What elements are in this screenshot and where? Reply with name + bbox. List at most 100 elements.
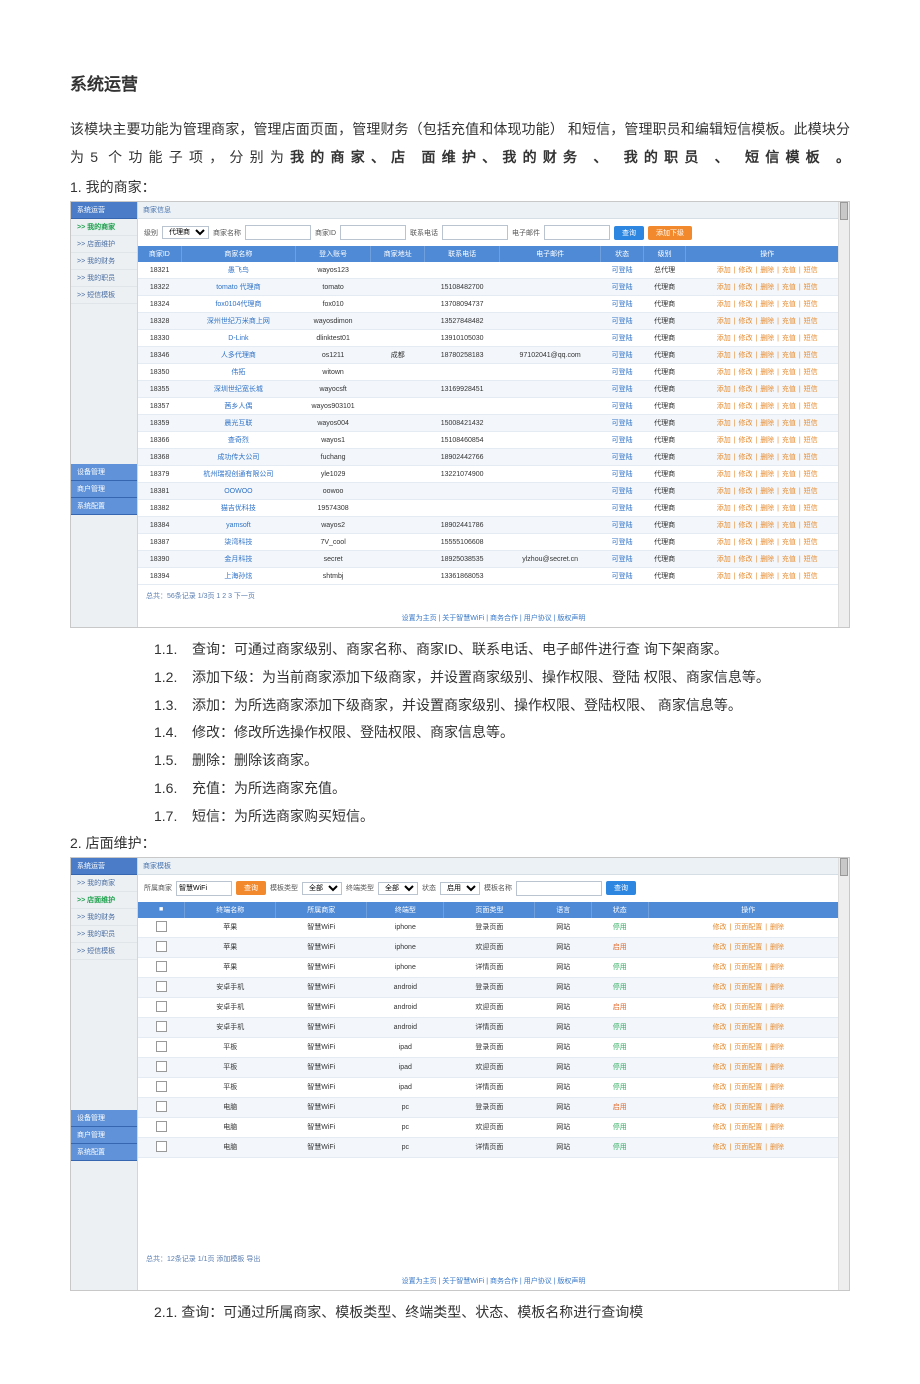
checkbox-icon[interactable]: [156, 961, 167, 972]
sidebar-item-my-staff[interactable]: >> 我的职员: [71, 926, 137, 943]
cell-status[interactable]: 可登陆: [601, 279, 644, 296]
cell-name[interactable]: 晨光互联: [181, 415, 295, 432]
merchant-input[interactable]: [176, 881, 232, 896]
sidebar-group-ops[interactable]: 系统运营: [71, 858, 137, 875]
checkbox-icon[interactable]: [156, 1141, 167, 1152]
cell-name[interactable]: 柒湾科技: [181, 534, 295, 551]
cell-state[interactable]: 停用: [592, 1077, 649, 1097]
cell-check[interactable]: [138, 977, 185, 997]
cell-ops[interactable]: 添加 | 修改 | 删除 | 充值 | 短信: [686, 500, 849, 517]
pager[interactable]: 总共：56条记录 1/3页 1 2 3 下一页: [138, 585, 849, 607]
cell-ops[interactable]: 修改 | 页面配置 | 删除: [648, 997, 848, 1017]
scrollbar[interactable]: [838, 858, 849, 1290]
sidebar-item-sms-tpl[interactable]: >> 短信模板: [71, 943, 137, 960]
cell-status[interactable]: 可登陆: [601, 517, 644, 534]
cell-name[interactable]: 人多代理商: [181, 347, 295, 364]
tpl-type-select[interactable]: 全部: [302, 882, 342, 895]
cell-ops[interactable]: 修改 | 页面配置 | 删除: [648, 1077, 848, 1097]
footer-links[interactable]: 设置为主页 | 关于智慧WiFi | 商务合作 | 用户协议 | 版权声明: [138, 1270, 849, 1290]
id-input[interactable]: [340, 225, 406, 240]
footer-links[interactable]: 设置为主页 | 关于智慧WiFi | 商务合作 | 用户协议 | 版权声明: [138, 607, 849, 627]
sidebar-group-sys[interactable]: 系统配置: [71, 498, 137, 515]
cell-ops[interactable]: 添加 | 修改 | 删除 | 充值 | 短信: [686, 296, 849, 313]
cell-ops[interactable]: 添加 | 修改 | 删除 | 充值 | 短信: [686, 551, 849, 568]
cell-check[interactable]: [138, 1137, 185, 1157]
cell-status[interactable]: 可登陆: [601, 415, 644, 432]
sidebar-item-page-maint[interactable]: >> 店面维护: [71, 892, 137, 909]
cell-check[interactable]: [138, 1037, 185, 1057]
sidebar-group-device[interactable]: 设备管理: [71, 1110, 137, 1127]
cell-state[interactable]: 停用: [592, 1037, 649, 1057]
select-button[interactable]: 查询: [236, 881, 266, 895]
cell-ops[interactable]: 添加 | 修改 | 删除 | 充值 | 短信: [686, 381, 849, 398]
cell-ops[interactable]: 修改 | 页面配置 | 删除: [648, 1057, 848, 1077]
add-sub-button[interactable]: 添加下级: [648, 226, 692, 240]
cell-status[interactable]: 可登陆: [601, 313, 644, 330]
cell-check[interactable]: [138, 1117, 185, 1137]
cell-state[interactable]: 启用: [592, 937, 649, 957]
cell-ops[interactable]: 修改 | 页面配置 | 删除: [648, 1097, 848, 1117]
cell-status[interactable]: 可登陆: [601, 466, 644, 483]
cell-ops[interactable]: 添加 | 修改 | 删除 | 充值 | 短信: [686, 398, 849, 415]
cell-status[interactable]: 可登陆: [601, 296, 644, 313]
cell-ops[interactable]: 添加 | 修改 | 删除 | 充值 | 短信: [686, 347, 849, 364]
phone-input[interactable]: [442, 225, 508, 240]
cell-name[interactable]: 上海孙炫: [181, 568, 295, 585]
cell-ops[interactable]: 添加 | 修改 | 删除 | 充值 | 短信: [686, 466, 849, 483]
cell-ops[interactable]: 添加 | 修改 | 删除 | 充值 | 短信: [686, 313, 849, 330]
cell-name[interactable]: D-Link: [181, 330, 295, 347]
scrollbar[interactable]: [838, 202, 849, 627]
search-button[interactable]: 查询: [606, 881, 636, 895]
cell-status[interactable]: 可登陆: [601, 398, 644, 415]
cell-name[interactable]: 猫吉优科技: [181, 500, 295, 517]
cell-state[interactable]: 启用: [592, 997, 649, 1017]
cell-status[interactable]: 可登陆: [601, 551, 644, 568]
sidebar-group-ops[interactable]: 系统运营: [71, 202, 137, 219]
cell-name[interactable]: yamsoft: [181, 517, 295, 534]
checkbox-icon[interactable]: [156, 941, 167, 952]
cell-name[interactable]: OOWOO: [181, 483, 295, 500]
cell-check[interactable]: [138, 937, 185, 957]
cell-ops[interactable]: 添加 | 修改 | 删除 | 充值 | 短信: [686, 449, 849, 466]
cell-ops[interactable]: 修改 | 页面配置 | 删除: [648, 977, 848, 997]
cell-name[interactable]: fox0104代理商: [181, 296, 295, 313]
checkbox-icon[interactable]: [156, 981, 167, 992]
cell-status[interactable]: 可登陆: [601, 381, 644, 398]
cell-check[interactable]: [138, 1097, 185, 1117]
cell-name[interactable]: 愚飞鸟: [181, 262, 295, 279]
sidebar-group-ac[interactable]: 商户管理: [71, 1127, 137, 1144]
cell-state[interactable]: 停用: [592, 1017, 649, 1037]
cell-name[interactable]: 茜乡人偶: [181, 398, 295, 415]
sidebar-item-my-merchant[interactable]: >> 我的商家: [71, 875, 137, 892]
checkbox-icon[interactable]: [156, 1081, 167, 1092]
cell-status[interactable]: 可登陆: [601, 432, 644, 449]
cell-name[interactable]: 深州世纪万米商上网: [181, 313, 295, 330]
cell-check[interactable]: [138, 918, 185, 938]
cell-ops[interactable]: 添加 | 修改 | 删除 | 充值 | 短信: [686, 262, 849, 279]
cell-status[interactable]: 可登陆: [601, 483, 644, 500]
scrollbar-thumb[interactable]: [840, 858, 848, 876]
cell-ops[interactable]: 修改 | 页面配置 | 删除: [648, 1017, 848, 1037]
cell-state[interactable]: 停用: [592, 1057, 649, 1077]
cell-check[interactable]: [138, 957, 185, 977]
cell-status[interactable]: 可登陆: [601, 449, 644, 466]
cell-check[interactable]: [138, 997, 185, 1017]
cell-check[interactable]: [138, 1017, 185, 1037]
cell-ops[interactable]: 修改 | 页面配置 | 删除: [648, 1037, 848, 1057]
cell-ops[interactable]: 修改 | 页面配置 | 删除: [648, 918, 848, 938]
cell-state[interactable]: 停用: [592, 977, 649, 997]
cell-ops[interactable]: 添加 | 修改 | 删除 | 充值 | 短信: [686, 568, 849, 585]
checkbox-icon[interactable]: [156, 1101, 167, 1112]
cell-ops[interactable]: 添加 | 修改 | 删除 | 充值 | 短信: [686, 330, 849, 347]
cell-status[interactable]: 可登陆: [601, 347, 644, 364]
cell-name[interactable]: 成功传大公司: [181, 449, 295, 466]
term-type-select[interactable]: 全部: [378, 882, 418, 895]
cell-ops[interactable]: 添加 | 修改 | 删除 | 充值 | 短信: [686, 534, 849, 551]
email-input[interactable]: [544, 225, 610, 240]
checkbox-icon[interactable]: [156, 1001, 167, 1012]
level-select[interactable]: 代理商: [162, 226, 209, 239]
name-input[interactable]: [245, 225, 311, 240]
cell-status[interactable]: 可登陆: [601, 262, 644, 279]
cell-ops[interactable]: 修改 | 页面配置 | 删除: [648, 957, 848, 977]
sidebar-item-page-maint[interactable]: >> 店面维护: [71, 236, 137, 253]
